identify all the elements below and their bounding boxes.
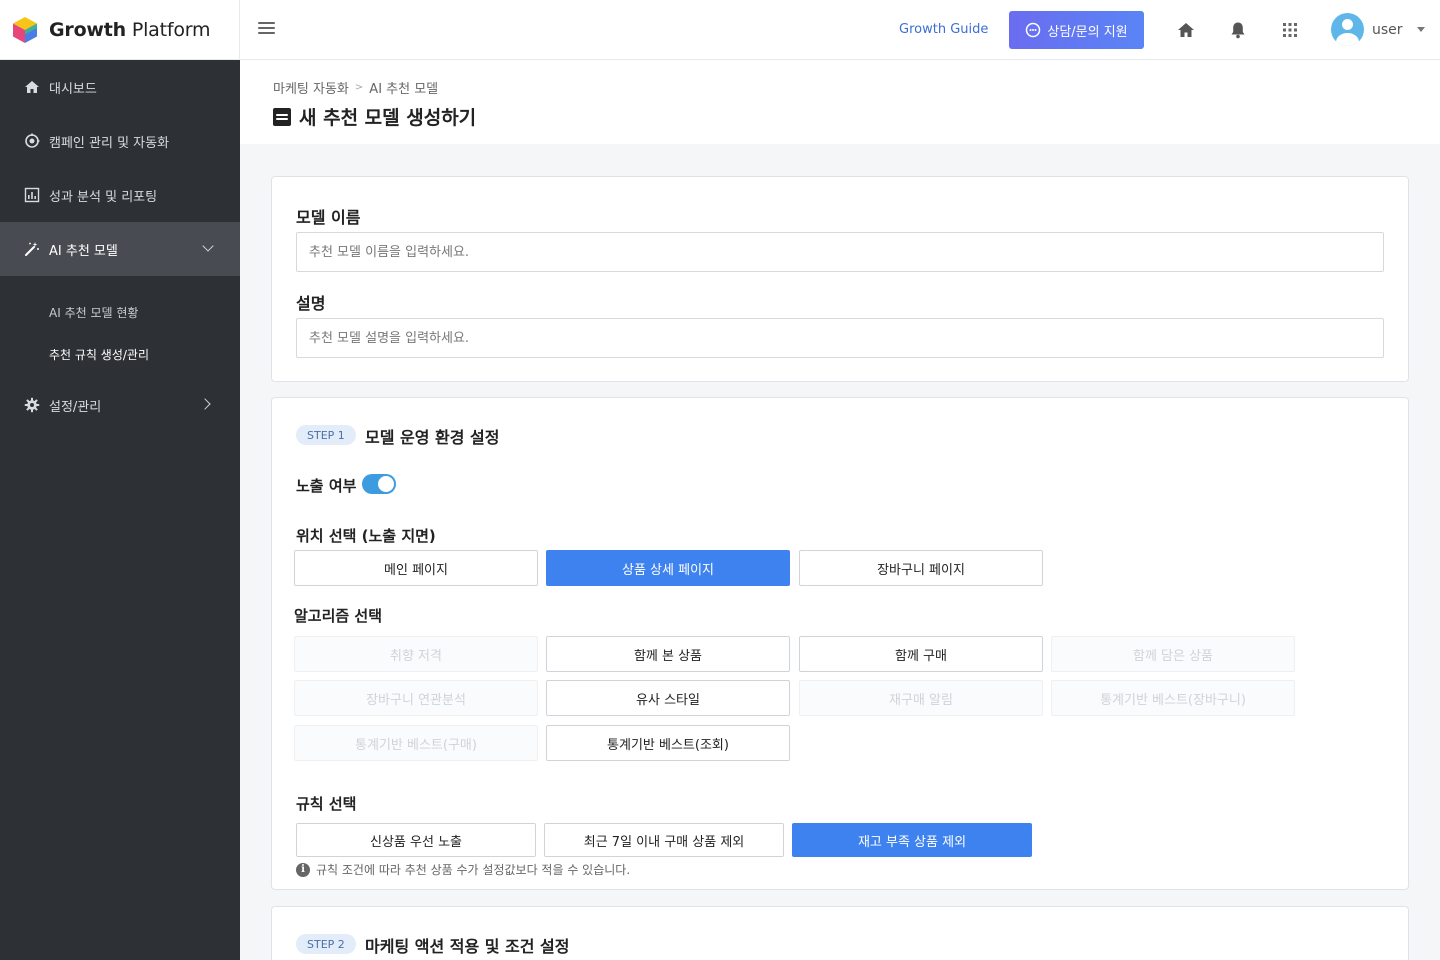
algorithm-option[interactable]: 유사 스타일 <box>546 680 790 716</box>
exposure-toggle-label: 노출 여부 <box>296 477 357 495</box>
rule-option-exclude-recent[interactable]: 최근 7일 이내 구매 상품 제외 <box>544 823 784 857</box>
sidebar-item-analytics[interactable]: 성과 분석 및 리포팅 <box>0 168 240 222</box>
location-option-product-detail[interactable]: 상품 상세 페이지 <box>546 550 790 586</box>
gear-icon <box>24 397 40 413</box>
exposure-toggle[interactable] <box>362 474 396 494</box>
home-icon[interactable] <box>1177 21 1195 39</box>
page-title: 새 추천 모델 생성하기 <box>273 103 476 130</box>
model-name-label: 모델 이름 <box>296 208 361 227</box>
rule-option-exclude-low-stock[interactable]: 재고 부족 상품 제외 <box>792 823 1032 857</box>
list-box-icon <box>273 107 291 126</box>
algorithm-option: 통계기반 베스트(장바구니) <box>1051 680 1295 716</box>
step1-card: STEP 1 모델 운영 환경 설정 노출 여부 위치 선택 (노출 지면) 메… <box>271 397 1409 890</box>
avatar <box>1331 13 1364 46</box>
user-name: user <box>1372 21 1403 38</box>
model-name-input[interactable] <box>296 232 1384 272</box>
support-button[interactable]: 상담/문의 지원 <box>1009 11 1144 49</box>
sidebar-item-label: 성과 분석 및 리포팅 <box>49 189 158 205</box>
location-option-cart[interactable]: 장바구니 페이지 <box>799 550 1043 586</box>
top-header: Growth Platform Growth Guide 상담/문의 지원 us… <box>0 0 1440 60</box>
support-button-label: 상담/문의 지원 <box>1047 24 1128 40</box>
algorithm-option: 취향 저격 <box>294 636 538 672</box>
rule-option-new-first[interactable]: 신상품 우선 노출 <box>296 823 536 857</box>
sidebar-item-ai-model[interactable]: AI 추천 모델 <box>0 222 240 276</box>
chevron-down-icon <box>202 240 214 252</box>
apps-grid-icon[interactable] <box>1281 21 1299 39</box>
brand-name: Growth Platform <box>49 19 211 41</box>
breadcrumb-item[interactable]: 마케팅 자동화 <box>273 78 349 97</box>
sidebar-item-label: 대시보드 <box>49 81 97 97</box>
rule-note: i 규칙 조건에 따라 추천 상품 수가 설정값보다 적을 수 있습니다. <box>296 861 630 878</box>
sidebar: 대시보드 캠페인 관리 및 자동화 성과 분석 및 리포팅 AI 추천 모델 A… <box>0 60 240 960</box>
user-menu[interactable]: user <box>1331 13 1425 46</box>
sidebar-item-label: 캠페인 관리 및 자동화 <box>49 135 170 151</box>
algorithm-option[interactable]: 통계기반 베스트(조회) <box>546 725 790 761</box>
sidebar-item-dashboard[interactable]: 대시보드 <box>0 60 240 114</box>
step2-card: STEP 2 마케팅 액션 적용 및 조건 설정 <box>271 906 1409 960</box>
rule-section-label: 규칙 선택 <box>296 795 357 813</box>
sidebar-item-campaign[interactable]: 캠페인 관리 및 자동화 <box>0 114 240 168</box>
sidebar-item-label: 설정/관리 <box>49 399 102 415</box>
algorithm-option[interactable]: 함께 본 상품 <box>546 636 790 672</box>
breadcrumb-item[interactable]: AI 추천 모델 <box>369 78 438 97</box>
algorithm-option: 통계기반 베스트(구매) <box>294 725 538 761</box>
step-badge: STEP 1 <box>296 425 356 445</box>
algorithm-option: 장바구니 연관분석 <box>294 680 538 716</box>
chat-support-icon <box>1026 22 1041 38</box>
sidebar-item-settings[interactable]: 설정/관리 <box>0 378 240 432</box>
step-title: 모델 운영 환경 설정 <box>365 428 500 447</box>
step-badge: STEP 2 <box>296 934 356 954</box>
basic-info-card: 모델 이름 설명 <box>271 176 1409 382</box>
sidebar-subitem-rule-manage[interactable]: 추천 규칙 생성/관리 <box>49 346 149 363</box>
algorithm-option: 함께 담은 상품 <box>1051 636 1295 672</box>
sidebar-item-label: AI 추천 모델 <box>49 243 118 259</box>
caret-down-icon <box>1416 27 1425 32</box>
chevron-right-icon <box>199 398 211 410</box>
bar-chart-icon <box>24 187 40 203</box>
brand-logo[interactable]: Growth Platform <box>0 0 240 60</box>
sidebar-subitem-model-status[interactable]: AI 추천 모델 현황 <box>49 304 138 321</box>
description-label: 설명 <box>296 294 326 313</box>
target-gear-icon <box>25 133 40 148</box>
notification-bell-icon[interactable] <box>1229 21 1247 39</box>
description-input[interactable] <box>296 318 1384 358</box>
page-header: 마케팅 자동화 > AI 추천 모델 새 추천 모델 생성하기 <box>240 60 1440 144</box>
location-option-main[interactable]: 메인 페이지 <box>294 550 538 586</box>
algorithm-section-label: 알고리즘 선택 <box>294 607 383 625</box>
algorithm-option: 재구매 알림 <box>799 680 1043 716</box>
menu-toggle-icon[interactable] <box>258 22 275 36</box>
step-title: 마케팅 액션 적용 및 조건 설정 <box>365 937 570 956</box>
chevron-right-icon: > <box>354 82 364 93</box>
info-icon: i <box>296 862 310 877</box>
magic-wand-icon <box>25 242 39 256</box>
growth-guide-link[interactable]: Growth Guide <box>899 22 988 37</box>
location-section-label: 위치 선택 (노출 지면) <box>296 527 436 545</box>
home-icon <box>25 81 39 93</box>
cube-logo-icon <box>13 17 37 43</box>
algorithm-option[interactable]: 함께 구매 <box>799 636 1043 672</box>
breadcrumb: 마케팅 자동화 > AI 추천 모델 <box>273 78 438 97</box>
